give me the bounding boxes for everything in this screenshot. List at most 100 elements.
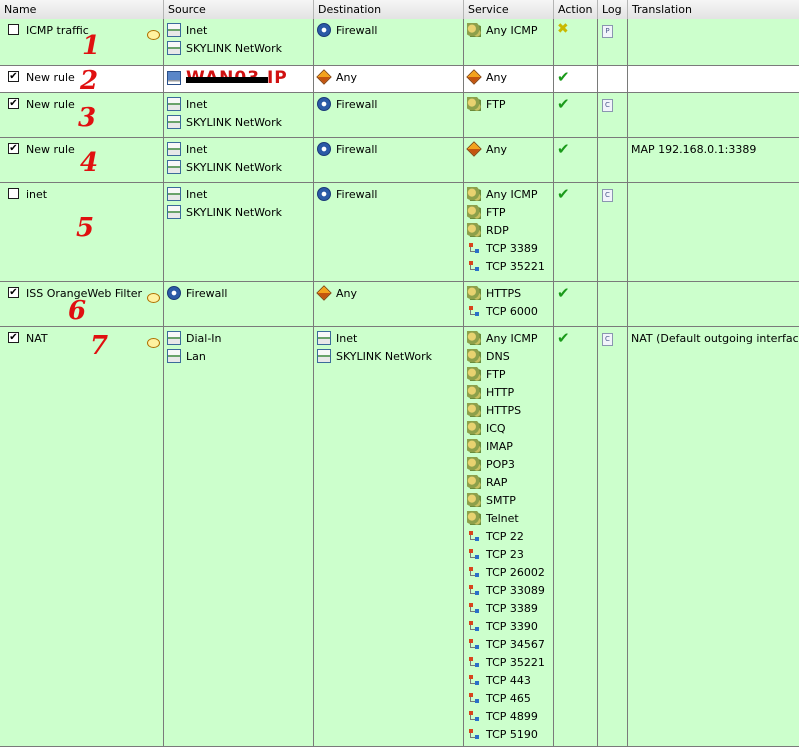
service-entry[interactable]: Any ICMP (467, 330, 538, 348)
service-entry[interactable]: TCP 6000 (467, 303, 538, 321)
service-entry[interactable]: Any (466, 69, 507, 87)
source-entry[interactable]: SKYLINK NetWork (167, 204, 282, 222)
service-entry[interactable]: TCP 3390 (467, 618, 538, 636)
destination-entry[interactable]: SKYLINK NetWork (317, 348, 432, 366)
allow-check-icon[interactable]: ✔ (557, 68, 570, 86)
source-entry[interactable]: Inet (167, 96, 207, 114)
rule-enabled-checkbox[interactable]: ✔ (8, 287, 19, 298)
service-entry[interactable]: TCP 5190 (467, 726, 538, 744)
service-entry[interactable]: TCP 35221 (467, 258, 545, 276)
destination-entry[interactable]: Firewall (317, 22, 377, 40)
comment-icon[interactable] (147, 30, 160, 40)
action-cell: ✔ (554, 66, 598, 92)
service-entry[interactable]: TCP 34567 (467, 636, 545, 654)
source-entry[interactable]: Firewall (167, 285, 227, 303)
comment-icon[interactable] (147, 338, 160, 348)
service-entry[interactable]: TCP 33089 (467, 582, 545, 600)
source-label: Inet (186, 143, 208, 156)
service-entry[interactable]: Any (466, 141, 507, 159)
column-header-source[interactable]: Source (164, 0, 314, 19)
service-entry[interactable]: Any ICMP (467, 186, 538, 204)
destination-entry[interactable]: Firewall (317, 96, 377, 114)
table-row[interactable]: ICMP traffic 1 Inet SKYLINK NetWork Firewall… (0, 19, 799, 66)
service-entry[interactable]: HTTPS (467, 285, 521, 303)
allow-check-icon[interactable]: ✔ (557, 140, 570, 158)
table-row[interactable]: ✔ NAT 7 Dial-In Lan Inet SKYLINK NetWork Any IC… (0, 327, 799, 747)
service-entry[interactable]: Any ICMP (467, 22, 538, 40)
service-entry[interactable]: FTP (467, 204, 506, 222)
rule-enabled-checkbox[interactable]: ✔ (8, 98, 19, 109)
service-entry[interactable]: TCP 23 (467, 546, 524, 564)
table-row[interactable]: ✔ New rule 4 Inet SKYLINK NetWork Firewall Any… (0, 138, 799, 183)
column-header-destination[interactable]: Destination (314, 0, 464, 19)
service-entry[interactable]: IMAP (467, 438, 513, 456)
source-entry[interactable]: SKYLINK NetWork (167, 159, 282, 177)
service-entry[interactable]: HTTP (467, 384, 514, 402)
source-entry[interactable]: Inet (167, 22, 207, 40)
column-header-action[interactable]: Action (554, 0, 598, 19)
network-icon (167, 331, 181, 345)
column-header-name[interactable]: Name (0, 0, 164, 19)
rule-enabled-checkbox[interactable]: ✔ (8, 143, 19, 154)
table-row[interactable]: ✔ ISS OrangeWeb Filter 6 Firewall Any HTTPS TC… (0, 282, 799, 327)
log-icon[interactable]: P (602, 25, 613, 38)
tcp-port-icon (467, 673, 481, 687)
service-entry[interactable]: TCP 35221 (467, 654, 545, 672)
log-icon[interactable]: C (602, 189, 613, 202)
service-entry[interactable]: ICQ (467, 420, 506, 438)
allow-check-icon[interactable]: ✔ (557, 284, 570, 302)
firewall-icon (317, 142, 331, 156)
service-entry[interactable]: POP3 (467, 456, 515, 474)
service-entry[interactable]: TCP 4899 (467, 708, 538, 726)
service-entry[interactable]: DNS (467, 348, 510, 366)
service-entry[interactable]: TCP 443 (467, 672, 531, 690)
destination-entry[interactable]: Any (316, 69, 357, 87)
service-label: Any ICMP (486, 332, 538, 345)
destination-entry[interactable]: Firewall (317, 186, 377, 204)
service-entry[interactable]: TCP 26002 (467, 564, 545, 582)
log-icon[interactable]: C (602, 99, 613, 112)
comment-icon[interactable] (147, 293, 160, 303)
log-icon[interactable]: C (602, 333, 613, 346)
service-entry[interactable]: Telnet (467, 510, 519, 528)
column-header-log[interactable]: Log (598, 0, 628, 19)
allow-check-icon[interactable]: ✔ (557, 185, 570, 203)
service-entry[interactable]: TCP 22 (467, 528, 524, 546)
service-entry[interactable]: FTP (467, 96, 506, 114)
rule-enabled-checkbox[interactable] (8, 188, 19, 199)
source-entry[interactable]: Dial-In (167, 330, 222, 348)
service-entry[interactable]: TCP 3389 (467, 600, 538, 618)
service-entry[interactable]: TCP 3389 (467, 240, 538, 258)
destination-entry[interactable]: Any (316, 285, 357, 303)
source-entry[interactable]: SKYLINK NetWork (167, 40, 282, 58)
rule-name: New rule (26, 71, 75, 84)
tcp-port-icon (467, 241, 481, 255)
rule-enabled-checkbox[interactable]: ✔ (8, 71, 19, 82)
source-entry[interactable]: Inet (167, 186, 207, 204)
service-entry[interactable]: FTP (467, 366, 506, 384)
source-entry[interactable]: SKYLINK NetWork (167, 114, 282, 132)
service-entry[interactable]: RAP (467, 474, 507, 492)
deny-cross-icon[interactable]: ✖ (557, 21, 569, 37)
source-entry[interactable]: Lan (167, 348, 206, 366)
allow-check-icon[interactable]: ✔ (557, 95, 570, 113)
service-label: TCP 4899 (486, 710, 538, 723)
rule-enabled-checkbox[interactable]: ✔ (8, 332, 19, 343)
allow-check-icon[interactable]: ✔ (557, 329, 570, 347)
network-icon (167, 205, 181, 219)
rule-enabled-checkbox[interactable] (8, 24, 19, 35)
service-label: TCP 6000 (486, 305, 538, 318)
destination-entry[interactable]: Inet (317, 330, 357, 348)
table-row[interactable]: inet 5 Inet SKYLINK NetWork Firewall Any ICMP… (0, 183, 799, 282)
service-entry[interactable]: HTTPS (467, 402, 521, 420)
table-row[interactable]: ✔ New rule 2 WAN03 IP Any Any ✔ (0, 66, 799, 94)
column-header-service[interactable]: Service (464, 0, 554, 19)
service-entry[interactable]: RDP (467, 222, 509, 240)
service-entry[interactable]: TCP 465 (467, 690, 531, 708)
column-header-translation[interactable]: Translation (628, 0, 799, 19)
source-entry[interactable]: Inet (167, 141, 207, 159)
service-cell: Any ICMP (464, 19, 554, 65)
table-row[interactable]: ✔ New rule 3 Inet SKYLINK NetWork Firewall FTP… (0, 93, 799, 138)
destination-entry[interactable]: Firewall (317, 141, 377, 159)
service-entry[interactable]: SMTP (467, 492, 516, 510)
